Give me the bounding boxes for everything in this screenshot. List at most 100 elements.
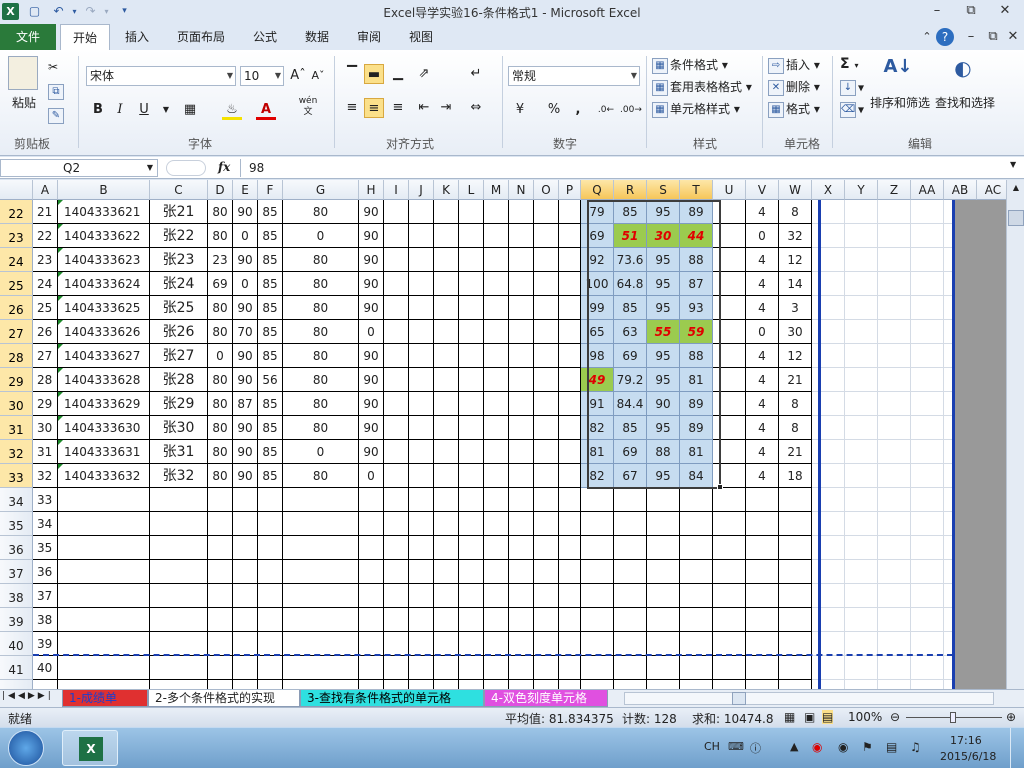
cell-s24[interactable]: 95 — [647, 248, 680, 272]
cell-aa38[interactable] — [911, 584, 944, 608]
cell-t36[interactable] — [680, 536, 713, 560]
cell-l29[interactable] — [459, 368, 484, 392]
cell-m35[interactable] — [484, 512, 509, 536]
cell-h33[interactable]: 0 — [359, 464, 384, 488]
cell-l39[interactable] — [459, 608, 484, 632]
cell-u24[interactable] — [713, 248, 746, 272]
cell-l28[interactable] — [459, 344, 484, 368]
cell-p36[interactable] — [559, 536, 581, 560]
cell-i39[interactable] — [384, 608, 409, 632]
cell-u26[interactable] — [713, 296, 746, 320]
cell-k42[interactable] — [434, 680, 459, 689]
clock-date[interactable]: 2015/6/18 — [940, 750, 996, 763]
cell-j39[interactable] — [409, 608, 434, 632]
cell-k36[interactable] — [434, 536, 459, 560]
cell-s38[interactable] — [647, 584, 680, 608]
cell-t32[interactable]: 81 — [680, 440, 713, 464]
column-header-n[interactable]: N — [509, 180, 534, 200]
cell-i32[interactable] — [384, 440, 409, 464]
cell-v34[interactable] — [746, 488, 779, 512]
cell-i42[interactable] — [384, 680, 409, 689]
cell-h22[interactable]: 90 — [359, 200, 384, 224]
cell-n35[interactable] — [509, 512, 534, 536]
cell-t33[interactable]: 84 — [680, 464, 713, 488]
cell-z40[interactable] — [878, 632, 911, 656]
cell-c37[interactable] — [150, 560, 208, 584]
cell-aa24[interactable] — [911, 248, 944, 272]
zoom-slider-thumb[interactable] — [950, 712, 956, 723]
cell-h25[interactable]: 90 — [359, 272, 384, 296]
cell-o25[interactable] — [534, 272, 559, 296]
cell-k23[interactable] — [434, 224, 459, 248]
cell-o39[interactable] — [534, 608, 559, 632]
cell-l27[interactable] — [459, 320, 484, 344]
row-header-22[interactable]: 22 — [0, 200, 33, 224]
cell-z25[interactable] — [878, 272, 911, 296]
cell-k38[interactable] — [434, 584, 459, 608]
cell-q31[interactable]: 82 — [581, 416, 614, 440]
cell-q28[interactable]: 98 — [581, 344, 614, 368]
cell-u29[interactable] — [713, 368, 746, 392]
cell-v29[interactable]: 4 — [746, 368, 779, 392]
cell-z24[interactable] — [878, 248, 911, 272]
tab-page-layout[interactable]: 页面布局 — [168, 24, 234, 50]
cell-a38[interactable]: 37 — [33, 584, 58, 608]
cell-c33[interactable]: 张32 — [150, 464, 208, 488]
cell-aa28[interactable] — [911, 344, 944, 368]
column-header-p[interactable]: P — [559, 180, 581, 200]
insert-cells-button[interactable]: ⇨ 插入 ▾ — [768, 56, 820, 74]
cell-y30[interactable] — [845, 392, 878, 416]
cell-w30[interactable]: 8 — [779, 392, 812, 416]
cell-u37[interactable] — [713, 560, 746, 584]
bold-button[interactable]: B — [88, 100, 108, 120]
cell-o38[interactable] — [534, 584, 559, 608]
cell-e41[interactable] — [233, 656, 258, 680]
cell-r42[interactable] — [614, 680, 647, 689]
cell-m32[interactable] — [484, 440, 509, 464]
cell-h23[interactable]: 90 — [359, 224, 384, 248]
cell-n37[interactable] — [509, 560, 534, 584]
cell-r38[interactable] — [614, 584, 647, 608]
name-box[interactable]: Q2 ▼ — [0, 159, 158, 177]
cell-f38[interactable] — [258, 584, 283, 608]
cell-b41[interactable] — [58, 656, 150, 680]
cell-k30[interactable] — [434, 392, 459, 416]
cell-v32[interactable]: 4 — [746, 440, 779, 464]
cell-c32[interactable]: 张31 — [150, 440, 208, 464]
cell-z26[interactable] — [878, 296, 911, 320]
zoom-in-icon[interactable]: ⊕ — [1006, 710, 1016, 724]
cell-p38[interactable] — [559, 584, 581, 608]
cell-a23[interactable]: 22 — [33, 224, 58, 248]
cell-c31[interactable]: 张30 — [150, 416, 208, 440]
cell-d42[interactable] — [208, 680, 233, 689]
column-header-c[interactable]: C — [150, 180, 208, 200]
select-all-corner[interactable] — [0, 180, 33, 200]
cell-h32[interactable]: 90 — [359, 440, 384, 464]
cell-y28[interactable] — [845, 344, 878, 368]
cell-v39[interactable] — [746, 608, 779, 632]
cell-i25[interactable] — [384, 272, 409, 296]
cell-t22[interactable]: 89 — [680, 200, 713, 224]
cell-r30[interactable]: 84.4 — [614, 392, 647, 416]
cell-aa36[interactable] — [911, 536, 944, 560]
excel-taskbar-button[interactable]: X — [62, 730, 118, 766]
volume-icon[interactable]: ♫ — [910, 740, 921, 754]
cell-q37[interactable] — [581, 560, 614, 584]
cell-z32[interactable] — [878, 440, 911, 464]
cell-y26[interactable] — [845, 296, 878, 320]
cell-e24[interactable]: 90 — [233, 248, 258, 272]
row-header-25[interactable]: 25 — [0, 272, 33, 296]
cell-t28[interactable]: 88 — [680, 344, 713, 368]
cell-x40[interactable] — [812, 632, 845, 656]
row-header-24[interactable]: 24 — [0, 248, 33, 272]
cell-i38[interactable] — [384, 584, 409, 608]
cell-o34[interactable] — [534, 488, 559, 512]
cell-a30[interactable]: 29 — [33, 392, 58, 416]
decrease-decimal-icon[interactable]: .00→ — [620, 100, 642, 120]
cell-e36[interactable] — [233, 536, 258, 560]
cell-m24[interactable] — [484, 248, 509, 272]
cell-w24[interactable]: 12 — [779, 248, 812, 272]
cell-f26[interactable]: 85 — [258, 296, 283, 320]
cell-m36[interactable] — [484, 536, 509, 560]
help-icon[interactable]: ? — [936, 28, 954, 46]
